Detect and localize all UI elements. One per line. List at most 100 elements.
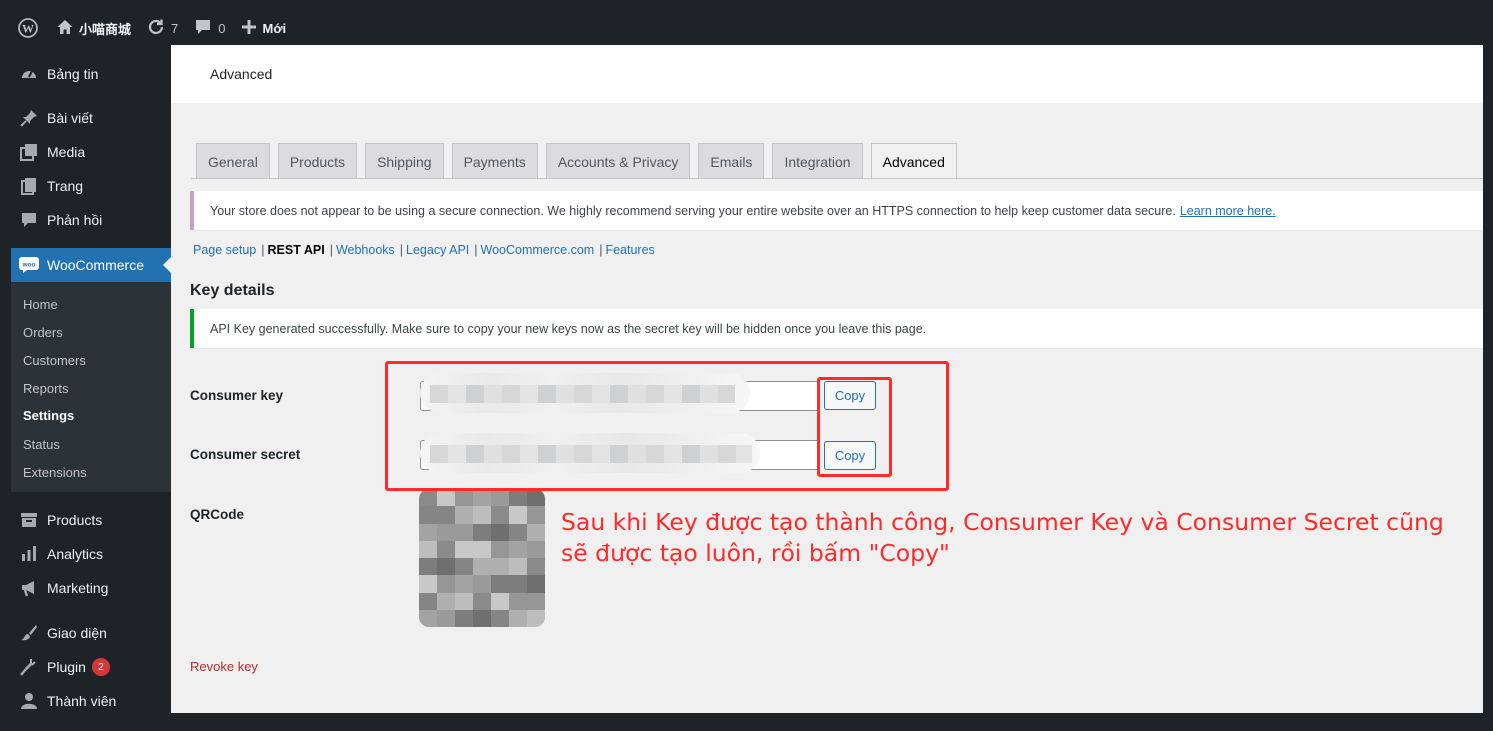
qr-pixel — [491, 592, 509, 610]
megaphone-icon — [19, 578, 39, 598]
qr-pixel — [491, 575, 509, 593]
sidebar-item-plugins[interactable]: Plugin 2 — [11, 650, 171, 684]
separator: | — [329, 243, 333, 257]
qr-pixel — [491, 523, 509, 541]
comment-icon — [19, 210, 39, 230]
sidebar-item-media[interactable]: Media — [11, 135, 171, 169]
submenu-orders[interactable]: Orders — [23, 325, 63, 340]
sidebar-item-label: Giao diện — [47, 625, 107, 641]
sidebar-item-appearance[interactable]: Giao diện — [11, 616, 171, 650]
sidebar-item-posts[interactable]: Bài viết — [11, 101, 171, 135]
sidebar-item-products[interactable]: Products — [11, 503, 171, 537]
sublink-rest-api[interactable]: REST API — [268, 243, 325, 257]
qr-pixel — [473, 540, 491, 558]
https-notice-text: Your store does not appear to be using a… — [210, 203, 1176, 218]
submenu-settings[interactable]: Settings — [23, 408, 74, 423]
qr-pixel — [491, 558, 509, 576]
advanced-sublinks: Page setup | REST API | Webhooks | Legac… — [193, 243, 655, 257]
sidebar-item-woocommerce[interactable]: woo WooCommerce — [11, 248, 171, 282]
tab-accounts-privacy[interactable]: Accounts & Privacy — [545, 143, 691, 179]
qr-pixel — [527, 592, 545, 610]
admin-bar: W 小喵商城 7 0 Mới — [11, 11, 1483, 45]
sublink-webhooks[interactable]: Webhooks — [336, 243, 395, 257]
qr-pixel — [437, 609, 455, 627]
home-icon — [56, 18, 74, 39]
sidebar-item-label: Products — [47, 512, 103, 528]
qr-pixel — [419, 506, 437, 524]
qr-pixel — [419, 540, 437, 558]
success-notice-text: API Key generated successfully. Make sur… — [210, 321, 927, 336]
settings-tabs: General Products Shipping Payments Accou… — [196, 143, 957, 180]
qr-pixel — [509, 489, 527, 507]
sublink-woocommerce-com[interactable]: WooCommerce.com — [481, 243, 595, 257]
sublink-legacy-api[interactable]: Legacy API — [406, 243, 469, 257]
tab-payments[interactable]: Payments — [451, 143, 538, 179]
qr-pixel — [455, 609, 473, 627]
plug-icon — [19, 657, 39, 677]
submenu-reports[interactable]: Reports — [23, 381, 69, 396]
tab-emails[interactable]: Emails — [698, 143, 765, 179]
submenu-home[interactable]: Home — [23, 297, 58, 312]
consumer-secret-label: Consumer secret — [190, 447, 301, 462]
tab-products[interactable]: Products — [277, 143, 358, 179]
qr-pixel — [437, 540, 455, 558]
sidebar-item-users[interactable]: Thành viên — [11, 684, 171, 713]
sidebar-item-marketing[interactable]: Marketing — [11, 571, 171, 605]
qr-pixel — [455, 558, 473, 576]
qr-pixel — [527, 523, 545, 541]
submenu-customers[interactable]: Customers — [23, 353, 86, 368]
revoke-key-link[interactable]: Revoke key — [190, 659, 258, 674]
comments-link[interactable]: 0 — [186, 11, 233, 45]
submenu-status[interactable]: Status — [23, 437, 60, 452]
dashboard-icon — [19, 64, 39, 84]
qr-pixel — [491, 489, 509, 507]
sidebar-item-analytics[interactable]: Analytics — [11, 537, 171, 571]
bar-chart-icon — [19, 544, 39, 564]
refresh-icon — [147, 18, 165, 39]
sidebar-item-dashboard[interactable]: Bảng tin — [11, 57, 171, 91]
tab-shipping[interactable]: Shipping — [365, 143, 444, 179]
sidebar-item-label: Thành viên — [47, 693, 117, 709]
sidebar-item-label: Plugin — [47, 659, 86, 675]
annotation-box-copy-buttons — [817, 377, 892, 477]
plus-icon — [241, 19, 257, 38]
svg-text:woo: woo — [22, 262, 36, 269]
woo-icon: woo — [19, 255, 39, 275]
sidebar-item-label: Bài viết — [47, 110, 93, 126]
qr-pixel — [455, 506, 473, 524]
tab-general[interactable]: General — [196, 143, 270, 179]
qr-pixel — [419, 558, 437, 576]
qr-pixel — [473, 523, 491, 541]
pin-icon — [19, 108, 39, 128]
qr-pixel — [455, 540, 473, 558]
sublink-features[interactable]: Features — [605, 243, 654, 257]
tab-divider — [191, 178, 1483, 179]
qr-pixel — [509, 575, 527, 593]
sidebar-item-comments[interactable]: Phản hồi — [11, 203, 171, 237]
comments-count: 0 — [218, 20, 226, 36]
qr-pixel — [473, 609, 491, 627]
tab-integration[interactable]: Integration — [772, 143, 863, 179]
sublink-page-setup[interactable]: Page setup — [193, 243, 256, 257]
qr-pixel — [419, 575, 437, 593]
qr-pixel — [419, 609, 437, 627]
qr-pixel — [527, 609, 545, 627]
qr-pixel — [509, 609, 527, 627]
qr-pixel — [527, 489, 545, 507]
qr-pixel — [419, 489, 437, 507]
updates-link[interactable]: 7 — [139, 11, 186, 45]
separator: | — [474, 243, 478, 257]
site-name-link[interactable]: 小喵商城 — [48, 11, 139, 45]
learn-more-link[interactable]: Learn more here. — [1180, 204, 1276, 218]
qr-pixel — [437, 523, 455, 541]
qr-pixel — [491, 540, 509, 558]
new-content-link[interactable]: Mới — [233, 11, 294, 45]
sidebar-item-pages[interactable]: Trang — [11, 169, 171, 203]
qr-pixel — [509, 592, 527, 610]
tab-advanced[interactable]: Advanced — [870, 143, 957, 180]
qr-pixel — [527, 558, 545, 576]
submenu-extensions[interactable]: Extensions — [23, 465, 87, 480]
media-icon — [19, 142, 39, 162]
admin-sidebar: Bảng tin Bài viết Media Trang Phản hồi w… — [11, 45, 171, 713]
wordpress-logo-icon[interactable]: W — [11, 11, 48, 45]
